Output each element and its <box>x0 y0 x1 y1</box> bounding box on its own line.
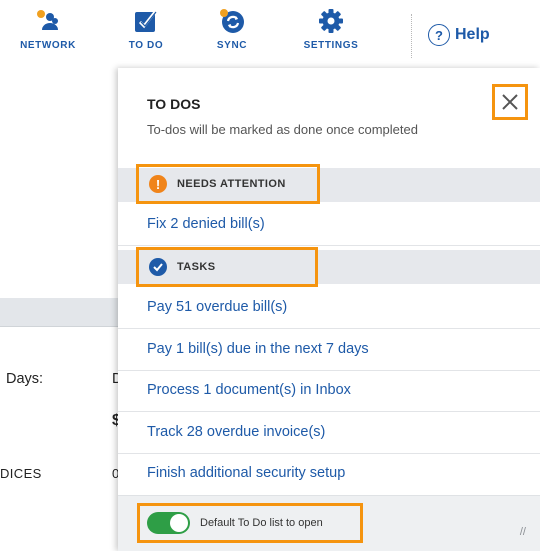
nav-todo[interactable]: TO DO <box>113 8 179 51</box>
list-item: Finish additional security setup <box>118 454 540 495</box>
nav-network-label: NETWORK <box>20 40 76 51</box>
help-icon: ? <box>428 24 450 46</box>
nav-sync[interactable]: SYNC <box>205 8 259 51</box>
todo-link-track-invoices[interactable]: Track 28 overdue invoice(s) <box>147 424 325 440</box>
todo-link-pay-overdue-bills[interactable]: Pay 51 overdue bill(s) <box>147 299 287 315</box>
default-todo-toggle-label: Default To Do list to open <box>200 517 323 529</box>
list-item: Pay 1 bill(s) due in the next 7 days <box>118 330 540 371</box>
toggle-knob <box>170 514 188 532</box>
todo-panel-title: TO DOS <box>147 96 201 112</box>
needs-attention-section: ! NEEDS ATTENTION <box>118 164 540 204</box>
nav-divider <box>411 14 412 58</box>
nav-todo-label: TO DO <box>128 40 164 51</box>
sync-icon <box>220 9 244 33</box>
needs-attention-header: ! NEEDS ATTENTION <box>136 164 320 204</box>
todo-panel-footer: Default To Do list to open // <box>118 495 540 551</box>
background-divider <box>0 326 130 327</box>
todo-panel-subtitle: To-dos will be marked as done once compl… <box>147 122 418 137</box>
todo-link-fix-denied-bills[interactable]: Fix 2 denied bill(s) <box>147 216 265 232</box>
list-item: Process 1 document(s) in Inbox <box>118 371 540 412</box>
warning-icon: ! <box>149 175 167 193</box>
gear-icon <box>319 9 343 33</box>
default-todo-toggle-group: Default To Do list to open <box>137 503 363 543</box>
todo-check-icon <box>135 11 157 32</box>
resize-handle-icon[interactable]: // <box>520 526 526 538</box>
tasks-header: TASKS <box>136 247 318 287</box>
todo-link-security-setup[interactable]: Finish additional security setup <box>147 465 345 481</box>
network-icon <box>37 10 58 30</box>
todo-link-pay-bills-due[interactable]: Pay 1 bill(s) due in the next 7 days <box>147 341 369 357</box>
todo-panel: TO DOS To-dos will be marked as done onc… <box>118 68 540 551</box>
close-button[interactable] <box>492 84 528 120</box>
nav-settings-label: SETTINGS <box>303 40 359 51</box>
nav-settings[interactable]: SETTINGS <box>291 8 371 51</box>
nav-network[interactable]: NETWORK <box>9 8 87 51</box>
list-item: Track 28 overdue invoice(s) <box>118 413 540 454</box>
top-navigation: NETWORK TO DO SYNC SETTINGS ? Help <box>0 0 540 68</box>
check-circle-icon <box>149 258 167 276</box>
list-item: Pay 51 overdue bill(s) <box>118 288 540 329</box>
close-icon <box>502 94 518 110</box>
help-link[interactable]: ? Help <box>428 24 490 46</box>
tasks-section: TASKS <box>118 247 540 287</box>
background-section-band <box>0 298 130 326</box>
todo-link-process-documents[interactable]: Process 1 document(s) in Inbox <box>147 382 351 398</box>
help-label: Help <box>455 26 490 43</box>
list-item: Fix 2 denied bill(s) <box>118 205 540 246</box>
needs-attention-label: NEEDS ATTENTION <box>177 178 286 190</box>
background-days-label: Days: <box>6 371 44 387</box>
nav-sync-label: SYNC <box>216 40 248 51</box>
default-todo-toggle[interactable] <box>147 512 190 534</box>
background-invoices-label: DICES <box>0 466 42 481</box>
tasks-label: TASKS <box>177 261 216 273</box>
